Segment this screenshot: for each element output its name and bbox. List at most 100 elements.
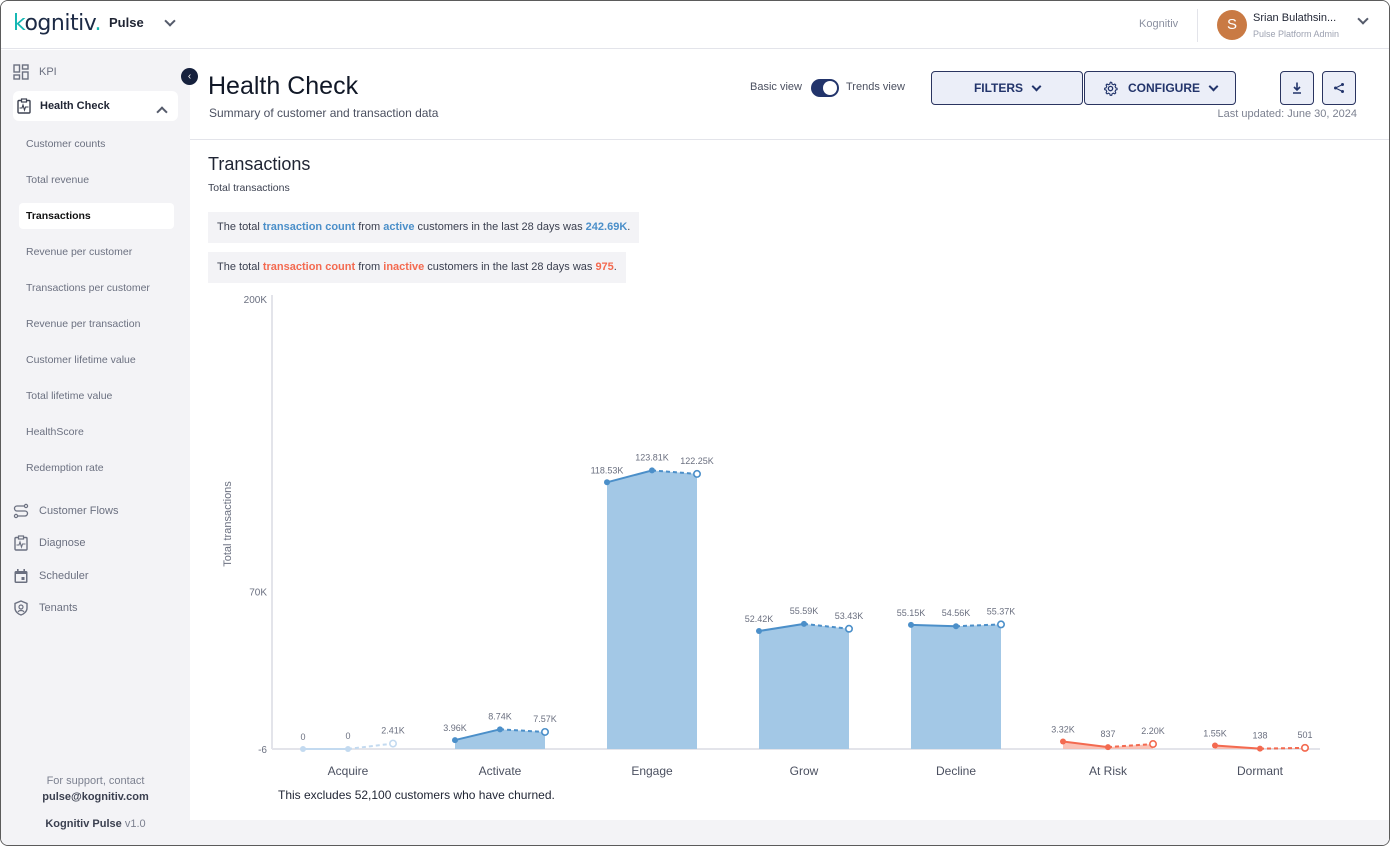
flow-route-icon [13, 503, 29, 519]
data-label: 0 [345, 731, 350, 741]
app-window: kognitiv. Pulse Kognitiv S Srian Bulaths… [0, 0, 1390, 846]
inactive-callout: The total transaction count from inactiv… [208, 252, 626, 283]
callout-text: customers in the last 28 days was [414, 221, 586, 233]
active-callout: The total transaction count from active … [208, 212, 640, 243]
data-label: 55.37K [987, 606, 1016, 616]
product-name: Kognitiv Pulse [45, 818, 122, 830]
data-label: 52.42K [745, 614, 774, 624]
filters-label: FILTERS [973, 81, 1024, 95]
sidebar-item-revenue-per-transaction[interactable]: Revenue per transaction [19, 311, 174, 337]
data-point [300, 745, 306, 752]
version-info: Kognitiv Pulse v1.0 [1, 818, 190, 830]
sidebar-item-diagnose[interactable]: Diagnose [13, 535, 85, 551]
basic-view-label[interactable]: Basic view [750, 81, 802, 93]
projected-data-point [692, 469, 701, 478]
data-point [1105, 744, 1111, 751]
dashboard-grid-icon [13, 64, 29, 80]
download-button[interactable] [1280, 71, 1314, 105]
bar-decline [911, 624, 1001, 749]
section-title: Transactions [208, 154, 311, 174]
top-bar: kognitiv. Pulse Kognitiv S Srian Bulaths… [1, 1, 1389, 49]
callout-value: 242.69K [585, 221, 628, 233]
data-label: 2.20K [1141, 726, 1165, 736]
projected-data-point [1148, 740, 1157, 749]
data-label: 501 [1297, 730, 1312, 740]
health-clipboard-icon [17, 98, 31, 114]
data-point [1060, 738, 1066, 745]
data-point [756, 628, 762, 635]
calendar-icon [14, 569, 28, 583]
toggle-knob [823, 81, 837, 95]
bar-engage [607, 470, 697, 749]
projected-data-point [996, 620, 1005, 629]
sidebar-item-transactions[interactable]: Transactions [19, 203, 174, 229]
sidebar-item-customer-flows[interactable]: Customer Flows [13, 503, 118, 519]
share-button[interactable] [1322, 71, 1356, 105]
collapse-sidebar-button[interactable]: ‹ [181, 68, 198, 85]
data-label: 3.96K [443, 723, 467, 733]
data-label: 0 [300, 732, 305, 742]
data-label: 54.56K [942, 608, 971, 618]
x-tick-label: Engage [631, 764, 673, 778]
sidebar-item-redemption-rate[interactable]: Redemption rate [19, 455, 174, 481]
sidebar-item-transactions-per-customer[interactable]: Transactions per customer [19, 275, 174, 301]
version: v1.0 [124, 818, 146, 830]
user-menu-chevron-icon[interactable] [1357, 13, 1369, 25]
callout-text: The total [217, 261, 263, 273]
kognitiv-logo[interactable]: kognitiv. [13, 11, 101, 36]
sidebar-item-health-check[interactable]: Health Check [13, 91, 178, 121]
x-tick-label: Decline [936, 764, 976, 778]
sidebar-item-kpi[interactable]: KPI [13, 64, 57, 80]
view-toggle[interactable] [811, 79, 839, 97]
app-switcher[interactable]: Pulse [109, 14, 176, 30]
callout-metric: transaction count [262, 221, 356, 233]
data-label: 53.43K [835, 611, 864, 621]
chevron-down-icon [1031, 81, 1042, 91]
data-label: 7.57K [533, 714, 557, 724]
data-label: 122.25K [680, 456, 714, 466]
data-label: 123.81K [635, 452, 669, 462]
trend-line [910, 623, 957, 628]
avatar[interactable]: S [1217, 10, 1247, 40]
callout-text: from [355, 261, 384, 273]
data-label: 837 [1100, 729, 1115, 739]
data-point [1212, 742, 1218, 749]
callout-text: The total [217, 221, 263, 233]
data-label: 118.53K [591, 465, 624, 475]
filters-button[interactable]: FILTERS [931, 71, 1083, 105]
callout-text: . [627, 221, 631, 233]
sidebar-item-revenue-per-customer[interactable]: Revenue per customer [19, 239, 174, 265]
sidebar-item-tenants[interactable]: Tenants [13, 600, 78, 616]
page-title: Health Check [208, 72, 359, 100]
data-point [801, 620, 807, 627]
data-label: 8.74K [488, 711, 512, 721]
tenant-name[interactable]: Kognitiv [1139, 18, 1178, 30]
sidebar-item-customer-lifetime-value[interactable]: Customer lifetime value [19, 347, 174, 373]
page-subtitle: Summary of customer and transaction data [209, 106, 439, 120]
data-point [452, 737, 458, 744]
sidebar-item-total-revenue[interactable]: Total revenue [19, 167, 174, 193]
chevron-up-icon [156, 106, 168, 118]
trends-view-label[interactable]: Trends view [846, 81, 905, 93]
x-tick-label: Grow [790, 764, 819, 778]
y-tick-label: -6 [258, 745, 267, 756]
data-label: 3.32K [1051, 725, 1075, 735]
support-email-link[interactable]: pulse@kognitiv.com [42, 791, 148, 803]
shield-user-icon [14, 600, 28, 616]
sidebar-item-healthscore[interactable]: HealthScore [19, 419, 174, 445]
user-name[interactable]: Srian Bulathsin... [1253, 12, 1336, 24]
sidebar-item-label: Customer Flows [39, 505, 119, 517]
data-point [497, 726, 503, 733]
sidebar-item-customer-counts[interactable]: Customer counts [19, 131, 174, 157]
bottom-band [190, 820, 1389, 845]
support-email[interactable]: pulse@kognitiv.com [1, 791, 190, 803]
data-point [908, 621, 914, 628]
sidebar-item-scheduler[interactable]: Scheduler [13, 568, 89, 584]
churn-footnote: This excludes 52,100 customers who have … [278, 788, 555, 802]
diagnose-clipboard-icon [14, 535, 28, 551]
data-label: 138 [1252, 731, 1267, 741]
support-text: For support, contact [46, 775, 145, 787]
sidebar-item-total-lifetime-value[interactable]: Total lifetime value [19, 383, 174, 409]
configure-button[interactable]: CONFIGURE [1084, 71, 1236, 105]
app-name: Pulse [109, 15, 144, 30]
